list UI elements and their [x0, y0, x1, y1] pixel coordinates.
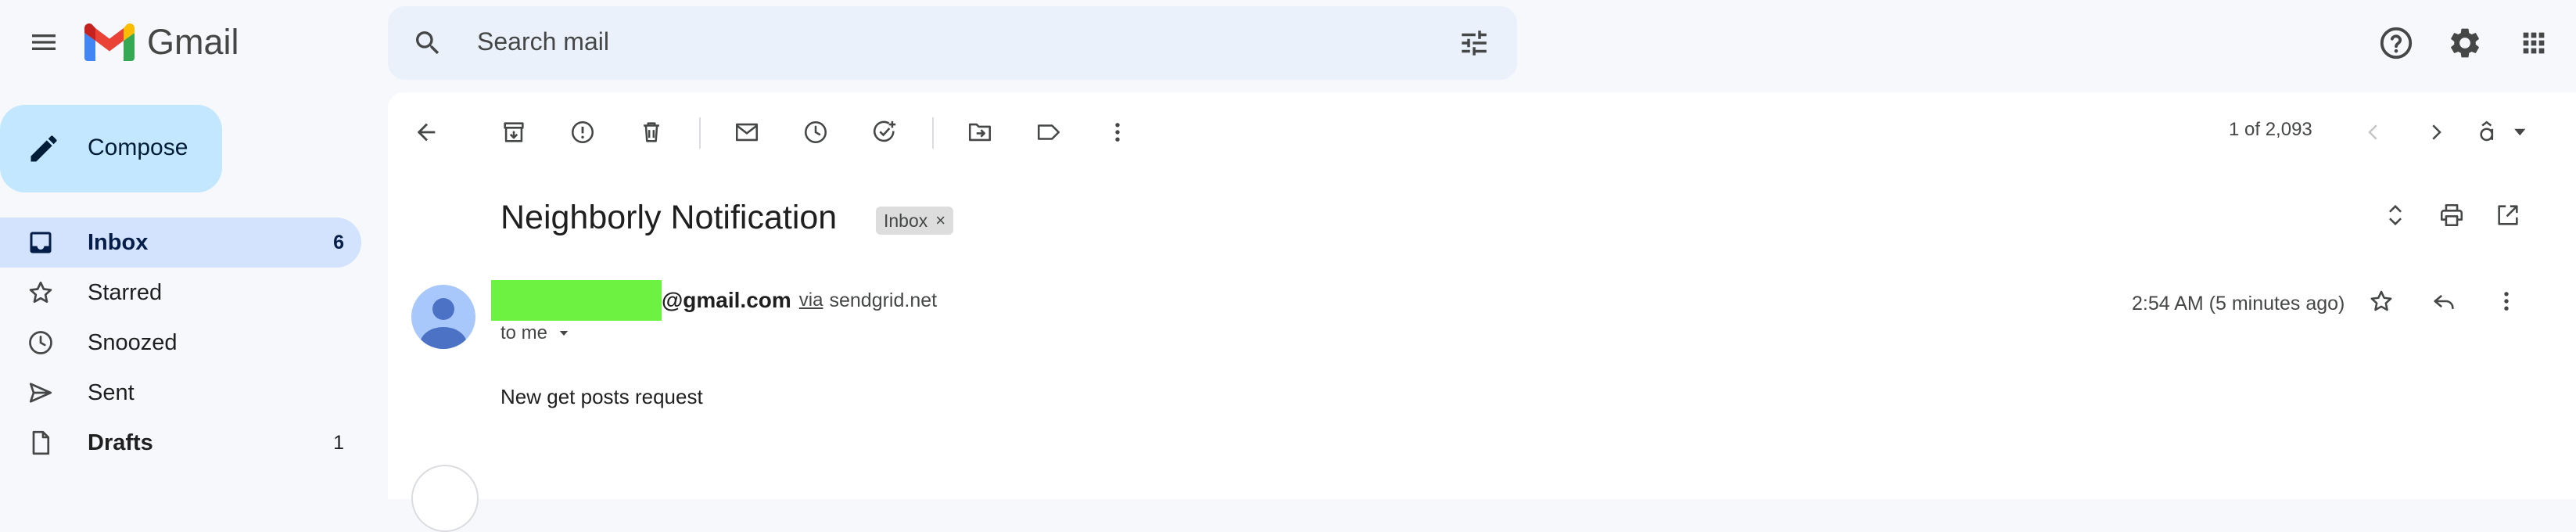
hamburger-icon — [32, 34, 56, 50]
input-tools-button[interactable] — [2468, 111, 2538, 153]
print-icon — [2440, 203, 2463, 227]
search-bar[interactable]: Search mail — [388, 6, 1517, 80]
reply-icon — [2434, 294, 2454, 309]
older-button[interactable] — [2415, 111, 2457, 153]
star-icon — [2370, 290, 2392, 311]
remove-label-button[interactable]: × — [935, 210, 945, 231]
sidebar-item-sent[interactable]: Sent — [0, 368, 361, 418]
via-domain: sendgrid.net — [829, 289, 938, 311]
gmail-m-icon — [84, 23, 135, 61]
via-link[interactable]: via — [799, 289, 823, 311]
support-button[interactable] — [2374, 21, 2418, 65]
more-vert-icon — [1115, 123, 1120, 142]
apps-grid-icon — [2523, 32, 2545, 54]
gear-icon — [2451, 28, 2479, 58]
recipient-text: to me — [500, 322, 548, 343]
star-icon — [29, 281, 52, 304]
search-button[interactable] — [408, 23, 447, 63]
sender-line: @gmail.com via sendgrid.net — [491, 280, 937, 321]
toolbar-divider — [699, 117, 701, 149]
labels-button[interactable] — [1028, 111, 1070, 153]
folder-move-icon — [968, 123, 992, 142]
newer-button[interactable] — [2352, 111, 2395, 153]
sidebar-item-label: Drafts — [88, 430, 153, 455]
clock-icon — [804, 120, 827, 144]
gmail-logo[interactable]: Gmail — [84, 17, 239, 67]
mail-icon — [735, 123, 759, 142]
add-to-tasks-button[interactable] — [863, 111, 906, 153]
tune-icon — [1462, 31, 1487, 56]
pencil-icon — [30, 135, 57, 162]
arrow-back-icon — [417, 123, 436, 142]
back-button[interactable] — [405, 111, 447, 153]
message-timestamp: 2:54 AM (5 minutes ago) — [2132, 293, 2345, 315]
report-spam-button[interactable] — [561, 111, 604, 153]
input-tools-icon — [2480, 120, 2526, 142]
search-input[interactable]: Search mail — [477, 27, 609, 56]
report-icon — [571, 120, 594, 144]
help-icon — [2380, 27, 2413, 59]
snooze-button[interactable] — [795, 111, 837, 153]
open-in-new-icon — [2498, 205, 2518, 225]
inbox-label-chip[interactable]: Inbox × — [876, 207, 954, 235]
sidebar-item-label: Sent — [88, 380, 135, 405]
sidebar-item-label: Starred — [88, 280, 163, 305]
archive-button[interactable] — [493, 111, 535, 153]
caret-down-icon — [559, 331, 569, 336]
search-icon — [416, 31, 439, 55]
delete-button[interactable] — [630, 111, 673, 153]
message-body: New get posts request — [500, 385, 703, 408]
email-subject: Neighborly Notification — [500, 199, 838, 236]
sidebar-item-starred[interactable]: Starred — [0, 268, 361, 318]
compose-button[interactable]: Compose — [0, 105, 222, 192]
person-icon — [420, 298, 467, 349]
send-icon — [29, 383, 52, 403]
more-vert-icon — [2504, 292, 2509, 311]
compose-label: Compose — [88, 135, 188, 160]
toolbar-divider — [932, 117, 934, 149]
sender-email[interactable]: @gmail.com — [662, 288, 791, 313]
sidebar-item-label: Inbox — [88, 230, 149, 255]
inbox-icon — [30, 232, 52, 253]
avatar[interactable] — [411, 285, 475, 349]
unfold-icon — [2389, 204, 2402, 226]
message-view: 1 of 2,093 Neighborly Notification Inbox… — [388, 92, 2576, 532]
settings-button[interactable] — [2443, 21, 2487, 65]
recipient-details-toggle[interactable]: to me — [500, 322, 571, 344]
reply-button[interactable] — [2423, 280, 2465, 322]
redacted-name — [491, 280, 662, 321]
sidebar-item-snoozed[interactable]: Snoozed — [0, 318, 361, 368]
chevron-right-icon — [2432, 124, 2441, 140]
sidebar-item-inbox[interactable]: Inbox 6 — [0, 217, 361, 268]
more-actions-button[interactable] — [1096, 111, 1139, 153]
move-to-button[interactable] — [959, 111, 1001, 153]
trash-icon — [644, 122, 659, 142]
sidebar-item-label: Snoozed — [88, 330, 178, 355]
star-button[interactable] — [2360, 280, 2402, 322]
google-apps-button[interactable] — [2512, 21, 2556, 65]
app-name: Gmail — [147, 22, 239, 62]
sidebar-item-drafts[interactable]: Drafts 1 — [0, 418, 361, 468]
add-task-icon — [874, 120, 896, 142]
search-options-button[interactable] — [1453, 22, 1495, 64]
message-more-button[interactable] — [2485, 280, 2528, 322]
expand-all-button[interactable] — [2374, 194, 2416, 236]
reply-avatar-placeholder — [411, 465, 479, 532]
print-button[interactable] — [2431, 194, 2473, 236]
pagination-text: 1 of 2,093 — [2229, 119, 2312, 140]
draft-count: 1 — [333, 432, 344, 454]
draft-icon — [32, 430, 50, 455]
label-icon — [1037, 124, 1060, 140]
mark-unread-button[interactable] — [726, 111, 768, 153]
chevron-left-icon — [2368, 124, 2377, 140]
open-new-window-button[interactable] — [2487, 194, 2529, 236]
archive-icon — [504, 122, 524, 142]
label-chip-text: Inbox — [884, 210, 928, 231]
clock-icon — [29, 331, 52, 354]
unread-count: 6 — [333, 232, 344, 253]
main-menu-button[interactable] — [16, 11, 72, 74]
